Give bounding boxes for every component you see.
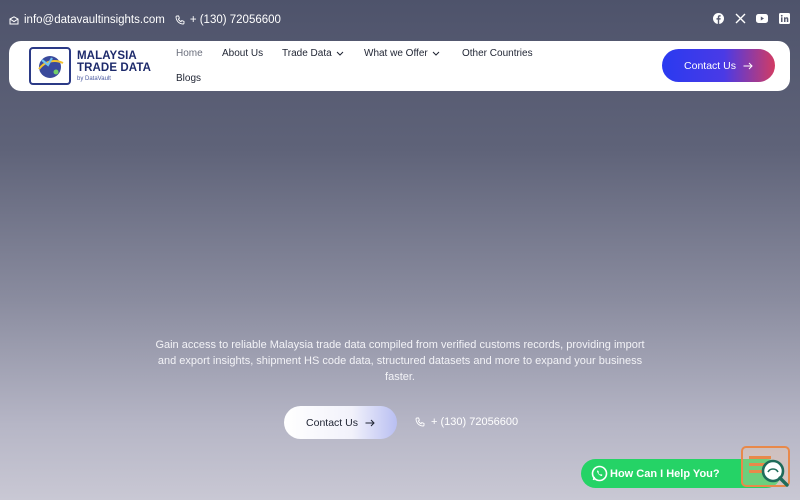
linkedin-icon[interactable] [778,12,790,24]
nav-blogs-label: Blogs [176,73,202,84]
nav-about[interactable]: About Us [222,48,263,59]
phone-icon [175,15,185,25]
nav-home[interactable]: Home [176,48,203,59]
header-contact-button[interactable]: Contact Us [662,49,775,82]
youtube-icon[interactable] [756,12,768,24]
header-contact-label: Contact Us [684,59,736,72]
site-logo[interactable]: MALAYSIA TRADE DATA by DataVault [29,47,151,85]
phone-link[interactable]: + (130) 72056600 [175,14,281,26]
logo-emblem [29,47,71,85]
arrow-right-icon [365,419,375,426]
logo-line-2: TRADE DATA [77,62,152,74]
email-icon [9,15,19,24]
facebook-icon[interactable] [712,12,724,24]
top-bar: info@datavaultinsights.com + (130) 72056… [0,0,800,40]
chevron-down-icon [432,51,440,56]
nav-home-label: Home [176,48,203,59]
x-icon[interactable] [734,12,746,24]
chevron-down-icon [336,51,344,56]
hero-contact-button[interactable]: Contact Us [284,406,397,439]
phone-icon [415,417,425,427]
logo-line-1: MALAYSIA [77,50,137,62]
hero-phone-link[interactable]: + (130) 72056600 [415,416,518,428]
email-text: info@datavaultinsights.com [24,14,165,26]
search-icon [761,459,789,487]
hero-contact-label: Contact Us [306,416,358,429]
nav-blogs[interactable]: Blogs [176,73,201,84]
main-navbar: MALAYSIA TRADE DATA by DataVault Home Ab… [9,41,790,91]
nav-trade-data-label: Trade Data [282,48,332,59]
whatsapp-icon [591,465,608,482]
nav-what-we-offer[interactable]: What we Offer [364,48,440,59]
hero-description: Gain access to reliable Malaysia trade d… [155,339,645,383]
nav-what-we-offer-label: What we Offer [364,48,428,59]
phone-text: + (130) 72056600 [189,14,281,26]
whatsapp-label: How Can I Help You? [610,467,720,480]
social-links [712,12,790,24]
nav-trade-data[interactable]: Trade Data [282,48,344,59]
logo-line-3: by DataVault [77,76,111,82]
nav-about-label: About Us [222,48,264,59]
hero-phone-text: + (130) 72056600 [431,416,519,428]
logo-wordmark: MALAYSIA TRADE DATA by DataVault [77,50,151,82]
arrow-right-icon [743,62,753,69]
nav-other-countries-label: Other Countries [462,48,533,59]
nav-other-countries[interactable]: Other Countries [462,48,533,59]
chat-widget-launcher[interactable] [741,446,790,487]
email-link[interactable]: info@datavaultinsights.com [9,14,165,26]
